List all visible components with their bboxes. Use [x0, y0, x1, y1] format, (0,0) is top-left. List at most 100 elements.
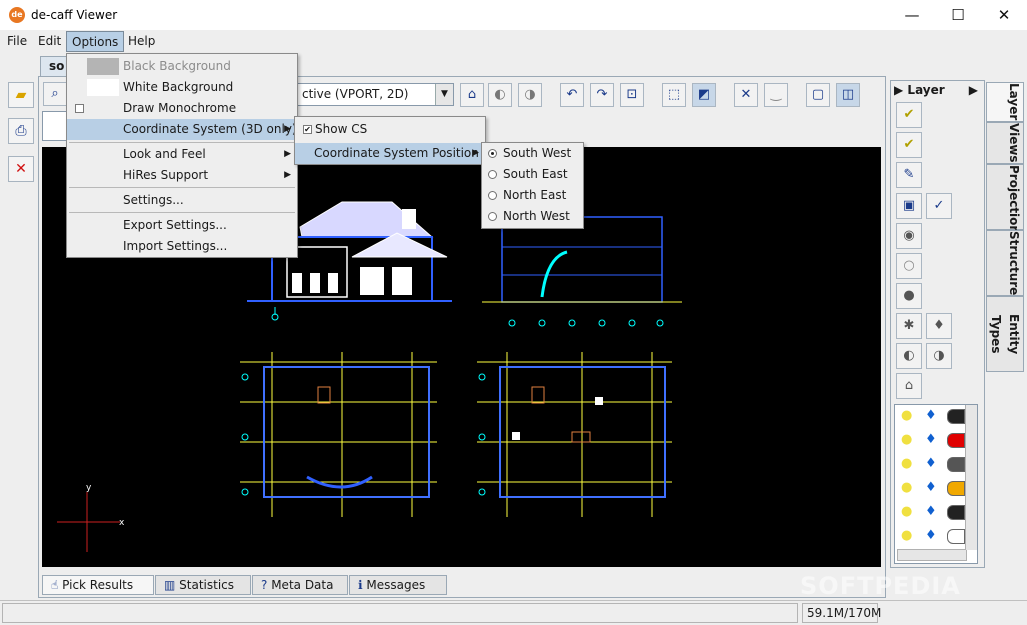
frame-button[interactable]: ▢: [806, 83, 830, 107]
tab-structure[interactable]: Structure: [986, 230, 1024, 296]
tab-views[interactable]: Views: [986, 122, 1024, 164]
layer-row[interactable]: ● ♦: [899, 504, 965, 522]
tab-messages[interactable]: ℹ Messages: [349, 575, 447, 595]
tab-projection[interactable]: Projection: [986, 164, 1024, 234]
menu-item-coordinate-system[interactable]: Coordinate System (3D only) ▶: [67, 119, 297, 140]
south-east-radio[interactable]: [488, 170, 497, 179]
layer-edit-button[interactable]: ✎: [896, 162, 922, 188]
chevron-down-icon[interactable]: ▼: [435, 84, 453, 105]
menu-item-white-background[interactable]: White Background: [67, 77, 297, 98]
tab-meta-data[interactable]: ? Meta Data: [252, 575, 348, 595]
eye-icon[interactable]: ◉: [896, 223, 922, 249]
drop-icon[interactable]: ♦: [925, 504, 937, 519]
tab-pick-results[interactable]: ☝ Pick Results: [42, 575, 154, 595]
pick-mode-button[interactable]: ◩: [692, 83, 716, 107]
menu-item-south-west[interactable]: South West: [482, 143, 583, 164]
menu-item-north-east[interactable]: North East: [482, 185, 583, 206]
layer-color-swatch[interactable]: [947, 433, 965, 448]
question-icon: ?: [261, 578, 268, 592]
menu-help[interactable]: Help: [123, 31, 160, 52]
layer-row[interactable]: ● ♦: [899, 432, 965, 450]
horizontal-scrollbar[interactable]: [897, 549, 967, 561]
bulb-on-icon[interactable]: ●: [901, 480, 912, 495]
viewport-value: ctive (VPORT, 2D): [302, 87, 409, 101]
bulb-on-icon[interactable]: ●: [901, 432, 912, 447]
maximize-button[interactable]: ☐: [935, 0, 981, 30]
select-mode-button[interactable]: ⬚: [662, 83, 686, 107]
north-west-radio[interactable]: [488, 212, 497, 221]
drop-icon[interactable]: ♦: [925, 408, 937, 423]
layer-apply-button[interactable]: ▣: [896, 193, 922, 219]
draw-monochrome-checkbox[interactable]: [75, 104, 84, 113]
print-button[interactable]: ⎙: [8, 118, 34, 144]
home-view-button[interactable]: ⌂: [460, 83, 484, 107]
half-bulb-icon[interactable]: ◐: [896, 343, 922, 369]
3d-view-button[interactable]: ◫: [836, 83, 860, 107]
tab-layer[interactable]: Layer: [986, 82, 1024, 122]
drop-icon[interactable]: ♦: [925, 528, 937, 543]
play-left-icon[interactable]: ▶: [894, 83, 903, 97]
minimize-button[interactable]: —: [889, 0, 935, 30]
layer-check-all-button[interactable]: ✔: [896, 132, 922, 158]
bulb-icon[interactable]: ○: [896, 253, 922, 279]
menu-item-import-settings[interactable]: Import Settings...: [67, 236, 297, 257]
menu-item-draw-monochrome[interactable]: Draw Monochrome: [67, 98, 297, 119]
layer-color-swatch[interactable]: [947, 481, 965, 496]
half-drop-icon[interactable]: ◑: [926, 343, 952, 369]
menu-item-look-and-feel[interactable]: Look and Feel ▶: [67, 144, 297, 165]
layer-row[interactable]: ● ♦: [899, 528, 965, 546]
menu-item-hires-support[interactable]: HiRes Support ▶: [67, 165, 297, 186]
menu-item-settings[interactable]: Settings...: [67, 190, 297, 211]
layer-row[interactable]: ● ♦: [899, 480, 965, 498]
options-menu: Black Background White Background Draw M…: [66, 53, 298, 258]
menu-edit[interactable]: Edit: [33, 31, 66, 52]
rotate-right-button[interactable]: ↷: [590, 83, 614, 107]
layer-home-icon[interactable]: ⌂: [896, 373, 922, 399]
bulb-on-icon[interactable]: ●: [901, 456, 912, 471]
previous-view-button[interactable]: ◐: [488, 83, 512, 107]
measure-button[interactable]: ✕: [734, 83, 758, 107]
memory-status[interactable]: 59.1M/170M: [802, 603, 881, 623]
tab-entity-types[interactable]: Entity Types: [986, 296, 1024, 372]
layer-check-button[interactable]: ✔: [896, 102, 922, 128]
layer-color-swatch[interactable]: [947, 529, 965, 544]
freeze-icon[interactable]: ✱: [896, 313, 922, 339]
play-right-icon[interactable]: ▶: [969, 83, 978, 97]
menu-item-export-settings[interactable]: Export Settings...: [67, 215, 297, 236]
bulb-on-icon[interactable]: ●: [901, 408, 912, 423]
layer-color-swatch[interactable]: [947, 409, 965, 424]
menu-file[interactable]: File: [2, 31, 32, 52]
layer-row[interactable]: ● ♦: [899, 456, 965, 474]
close-document-button[interactable]: ✕: [8, 156, 34, 182]
drop-icon[interactable]: ♦: [925, 480, 937, 495]
drop-icon[interactable]: ♦: [926, 313, 952, 339]
viewport-select[interactable]: ctive (VPORT, 2D) ▼: [297, 83, 454, 106]
arc-tool-button[interactable]: ‿: [764, 83, 788, 107]
close-button[interactable]: ✕: [981, 0, 1027, 30]
menu-item-south-east[interactable]: South East: [482, 164, 583, 185]
fit-view-button[interactable]: ⊡: [620, 83, 644, 107]
layer-apply-all-button[interactable]: ✓: [926, 193, 952, 219]
show-cs-checkbox[interactable]: ✔: [303, 125, 312, 134]
menu-options[interactable]: Options: [66, 31, 125, 52]
bulb-on-icon[interactable]: ●: [901, 504, 912, 519]
south-west-radio[interactable]: [488, 149, 497, 158]
layer-color-swatch[interactable]: [947, 457, 965, 472]
bulb-on-icon[interactable]: ●: [901, 528, 912, 543]
rotate-left-button[interactable]: ↶: [560, 83, 584, 107]
bulb-off-icon[interactable]: ●: [896, 283, 922, 309]
next-view-button[interactable]: ◑: [518, 83, 542, 107]
layer-color-swatch[interactable]: [947, 505, 965, 520]
menu-item-north-west[interactable]: North West: [482, 206, 583, 227]
tab-statistics[interactable]: ▥ Statistics: [155, 575, 251, 595]
menu-item-show-cs[interactable]: ✔ Show CS: [295, 119, 485, 140]
layer-row[interactable]: ● ♦: [899, 408, 965, 426]
drop-icon[interactable]: ♦: [925, 432, 937, 447]
north-east-radio[interactable]: [488, 191, 497, 200]
vertical-scrollbar[interactable]: [965, 405, 977, 550]
layer-list[interactable]: ● ♦ ● ♦ ● ♦ ● ♦ ● ♦ ● ♦: [894, 404, 978, 564]
menu-item-cs-position[interactable]: Coordinate System Position ▶: [295, 143, 485, 164]
open-folder-button[interactable]: ▰: [8, 82, 34, 108]
drop-icon[interactable]: ♦: [925, 456, 937, 471]
zoom-icon[interactable]: ⌕: [43, 82, 67, 106]
